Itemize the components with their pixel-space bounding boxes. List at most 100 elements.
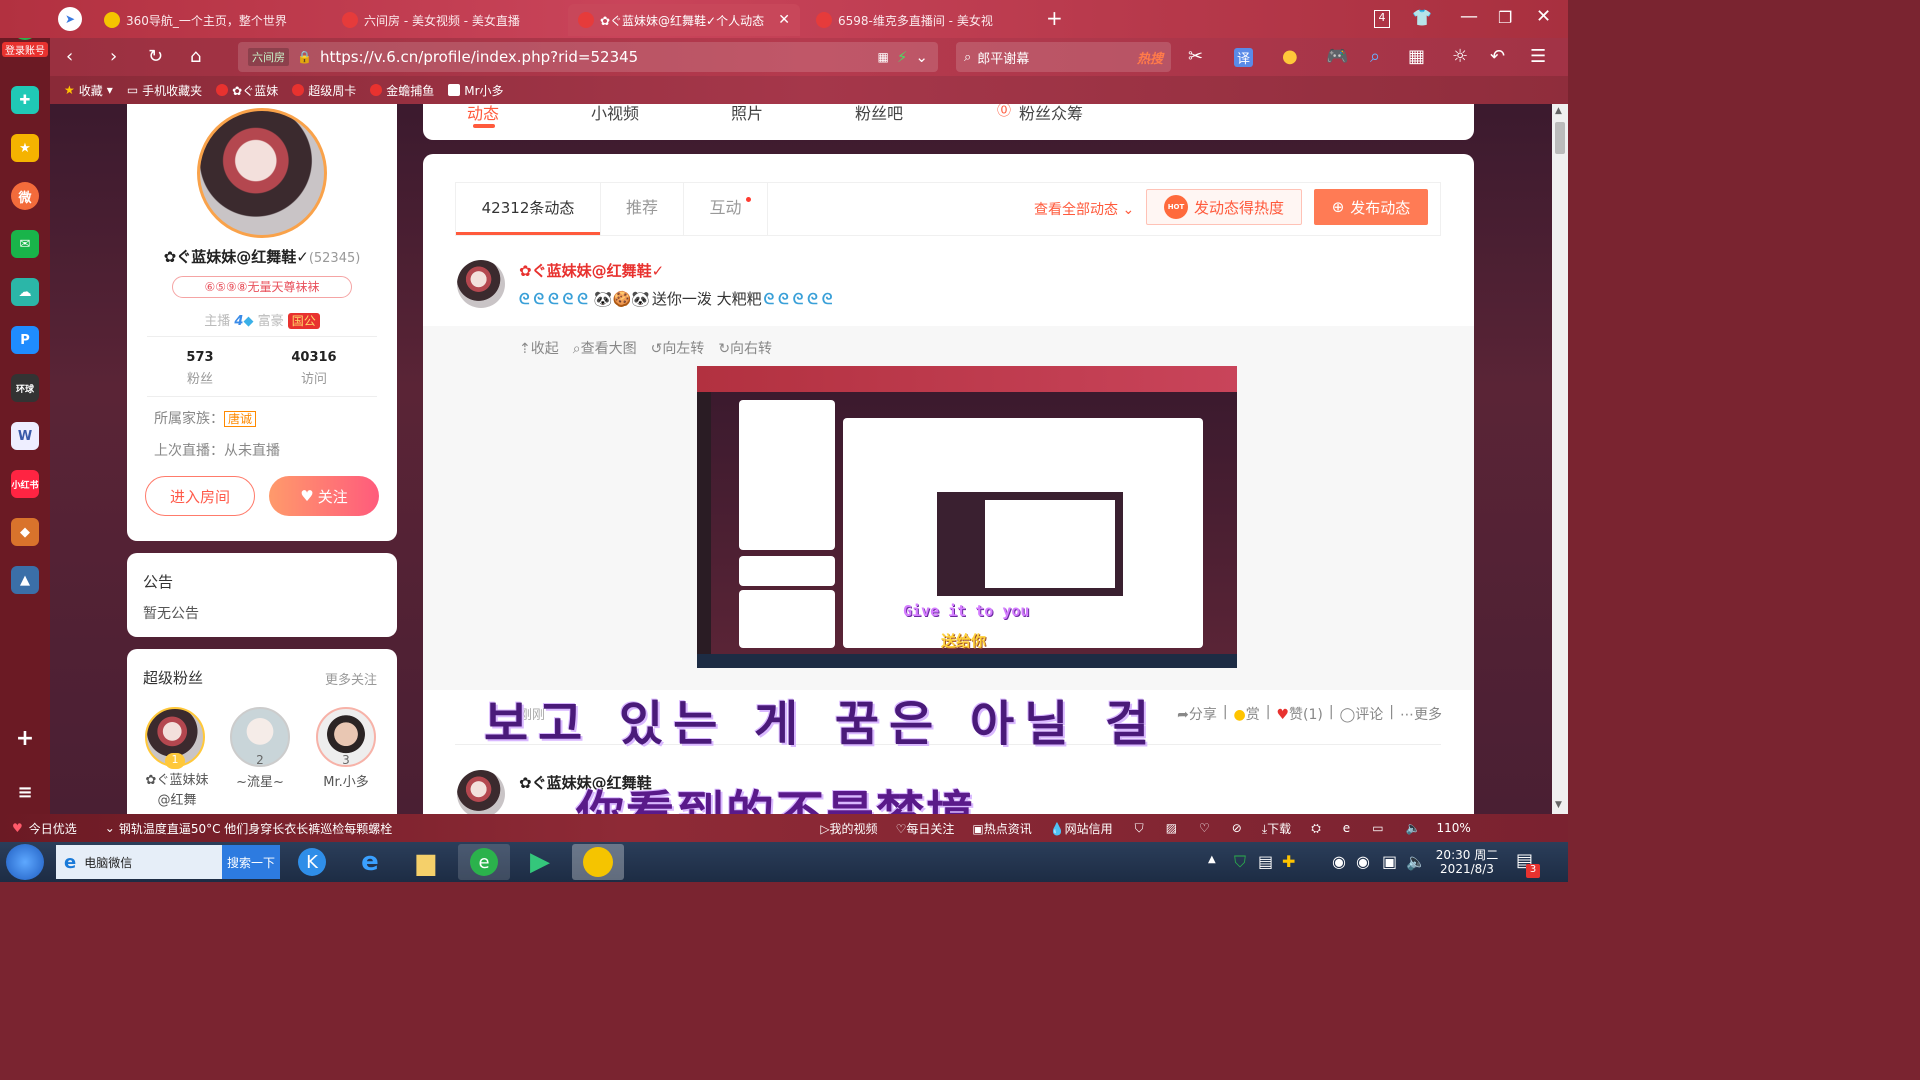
- sidebar-game-icon[interactable]: 环球: [11, 374, 39, 402]
- tab-6598[interactable]: 6598-维克多直播间 - 美女视: [806, 4, 1030, 36]
- post-avatar[interactable]: [457, 770, 505, 814]
- taskbar-k-icon[interactable]: K: [286, 844, 338, 880]
- ie-mode-icon[interactable]: e: [1343, 821, 1350, 835]
- tray-network-icon[interactable]: ▣: [1382, 852, 1397, 871]
- volume-icon[interactable]: 🔈: [1406, 821, 1421, 835]
- qr-icon[interactable]: ▦: [878, 50, 889, 64]
- sidebar-game3-icon[interactable]: ▲: [11, 566, 39, 594]
- bookmark-mr[interactable]: Mr小多: [448, 82, 504, 99]
- heartbeat-icon[interactable]: ♡: [1199, 821, 1210, 835]
- window-icon[interactable]: ▭: [1372, 821, 1383, 835]
- lightning-icon[interactable]: ⚡: [897, 48, 908, 66]
- scissors-icon[interactable]: ✂: [1188, 46, 1203, 67]
- sidebar-mail-icon[interactable]: ✉: [11, 230, 39, 258]
- tray-doc-icon[interactable]: ▤: [1258, 852, 1273, 871]
- heat-button[interactable]: HOT 发动态得热度: [1146, 189, 1302, 225]
- rotate-right-button[interactable]: ↻向右转: [718, 338, 772, 358]
- brightness-icon[interactable]: ☼: [1452, 46, 1468, 67]
- fan-name[interactable]: Mr.小多: [309, 771, 383, 790]
- reward-button[interactable]: ●赏: [1234, 704, 1260, 724]
- tray-shield-icon[interactable]: ⛉: [1234, 852, 1246, 872]
- feed-tab-all[interactable]: 42312条动态: [456, 183, 600, 235]
- follow-button[interactable]: ♥ 关注: [269, 476, 379, 516]
- tab-count-icon[interactable]: 4: [1374, 10, 1390, 28]
- forward-icon[interactable]: ›: [110, 46, 117, 67]
- post-button[interactable]: ⊕ 发布动态: [1314, 189, 1428, 225]
- collapse-button[interactable]: ⇡收起: [519, 338, 559, 358]
- sidebar-add-icon[interactable]: +: [11, 724, 39, 752]
- clock-date[interactable]: 2021/8/3: [1432, 862, 1502, 876]
- view-all-link[interactable]: 查看全部动态 ⌄: [1034, 199, 1134, 219]
- taskbar-wechat[interactable]: e 电脑微信: [56, 845, 222, 879]
- minimize-icon[interactable]: —: [1460, 6, 1478, 27]
- tab-360nav[interactable]: 360导航_一个主页，整个世界: [94, 4, 324, 36]
- tab-crowdfund[interactable]: 粉丝众筹: [1019, 104, 1083, 124]
- more-follow-link[interactable]: 更多关注: [325, 669, 377, 688]
- speed-icon[interactable]: ⊘: [1232, 821, 1242, 835]
- fans-count[interactable]: 573: [167, 350, 233, 365]
- back-icon[interactable]: ‹: [66, 46, 73, 67]
- sidebar-p-icon[interactable]: P: [11, 326, 39, 354]
- my-video[interactable]: ▷我的视频: [820, 820, 877, 837]
- view-large-button[interactable]: ⌕查看大图: [573, 338, 637, 358]
- sidebar-doc-icon[interactable]: W: [11, 422, 39, 450]
- share-button[interactable]: ➦分享: [1177, 704, 1217, 724]
- tab-photos[interactable]: 照片: [731, 104, 763, 124]
- post-image[interactable]: Give it to you 送给你: [697, 366, 1237, 668]
- like-button[interactable]: ♥赞(1): [1276, 704, 1322, 724]
- bookmark-mobile[interactable]: ▭ 手机收藏夹: [127, 82, 202, 99]
- sidebar-cloud-icon[interactable]: ☁: [11, 278, 39, 306]
- gamepad-icon[interactable]: 🎮: [1326, 46, 1348, 67]
- profile-avatar[interactable]: [197, 108, 327, 238]
- fan-name[interactable]: ✿ぐ蓝妹妹@红舞: [141, 771, 213, 811]
- taskbar-app-icon[interactable]: [572, 844, 624, 880]
- daily-follow[interactable]: ♡每日关注: [896, 820, 955, 837]
- search-text[interactable]: 郎平谢幕: [977, 48, 1029, 67]
- find-icon[interactable]: ⌕: [1370, 46, 1380, 67]
- fan-name[interactable]: ~流星~: [223, 771, 297, 790]
- site-credit[interactable]: 💧网站信用: [1050, 820, 1113, 837]
- scroll-down-icon[interactable]: ▼: [1555, 800, 1562, 810]
- tab-profile[interactable]: ✿ぐ蓝妹妹@红舞鞋✓个人动态 ✕: [568, 4, 800, 36]
- rotate-left-button[interactable]: ↺向左转: [651, 338, 705, 358]
- translate-icon[interactable]: 译: [1234, 48, 1254, 67]
- apps-icon[interactable]: ▦: [1408, 46, 1425, 67]
- feed-tab-recommend[interactable]: 推荐: [600, 183, 684, 235]
- taskbar-folder-icon[interactable]: ▆: [400, 844, 452, 880]
- new-tab-icon[interactable]: +: [1046, 6, 1063, 30]
- sidebar-weibo-icon[interactable]: 微: [11, 182, 39, 210]
- url-text[interactable]: https://v.6.cn/profile/index.php?rid=523…: [320, 48, 638, 66]
- home-icon[interactable]: ⌂: [190, 46, 201, 67]
- tray-qq-icon[interactable]: ◉: [1332, 852, 1346, 871]
- sidebar-redbook-icon[interactable]: 小红书: [11, 470, 39, 498]
- maximize-icon[interactable]: ❐: [1498, 8, 1512, 27]
- address-bar[interactable]: 六间房 🔒 https://v.6.cn/profile/index.php?r…: [238, 42, 938, 72]
- taskbar-360-icon[interactable]: e: [458, 844, 510, 880]
- image-icon[interactable]: ▨: [1166, 821, 1177, 835]
- shield-icon[interactable]: ⛉: [1135, 821, 1144, 836]
- menu-icon[interactable]: ☰: [1530, 46, 1546, 67]
- tray-plus-icon[interactable]: ✚: [1282, 852, 1295, 871]
- close-window-icon[interactable]: ✕: [1536, 6, 1551, 27]
- tools-icon[interactable]: ⛭: [1311, 821, 1321, 836]
- more-button[interactable]: ⋯更多: [1400, 704, 1442, 724]
- taskbar-ie-icon[interactable]: e: [344, 844, 396, 880]
- hot-news[interactable]: ▣热点资讯: [972, 820, 1031, 837]
- daily-pick[interactable]: 今日优选: [29, 820, 77, 837]
- sidebar-menu-icon[interactable]: ≡: [11, 778, 39, 806]
- taskbar-player-icon[interactable]: ▶: [514, 844, 566, 880]
- tray-qq2-icon[interactable]: ◉: [1356, 852, 1370, 871]
- enter-room-button[interactable]: 进入房间: [145, 476, 255, 516]
- download-button[interactable]: ⤓下载: [1262, 820, 1291, 837]
- tray-volume-icon[interactable]: 🔈: [1406, 852, 1426, 871]
- clock-time[interactable]: 20:30 周二: [1432, 846, 1502, 863]
- login-label[interactable]: 登录账号: [2, 42, 48, 57]
- close-tab-icon[interactable]: ✕: [778, 12, 790, 28]
- shield-coin-icon[interactable]: ●: [1282, 46, 1298, 67]
- bookmark-profile[interactable]: ✿ぐ蓝妹: [216, 82, 278, 99]
- news-ticker[interactable]: 钢轨温度直逼50°C 他们身穿长衣长裤巡检每颗螺栓: [119, 820, 392, 837]
- dropdown-icon[interactable]: ⌄: [915, 48, 928, 66]
- tab-dynamic[interactable]: 动态: [467, 104, 499, 124]
- bookmark-favorites[interactable]: ★ 收藏 ▾: [64, 82, 113, 99]
- post-author[interactable]: ✿ぐ蓝妹妹@红舞鞋✓: [519, 260, 664, 281]
